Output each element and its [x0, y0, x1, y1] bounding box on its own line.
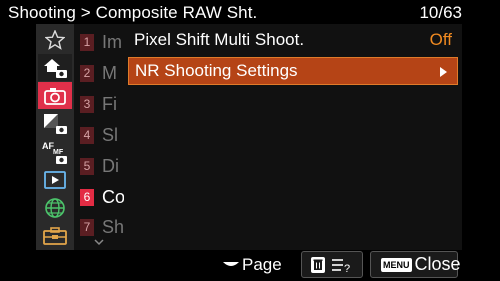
menu-item-label: NR Shooting Settings — [135, 61, 298, 80]
svg-text:?: ? — [344, 263, 350, 273]
network-globe-icon — [45, 197, 65, 218]
page-hint-label: Page — [242, 255, 282, 274]
subpage-item[interactable]: 1 Im — [80, 32, 122, 52]
subpage-item[interactable]: 2 M — [80, 63, 117, 83]
tab-focus[interactable]: AF MF — [38, 138, 72, 165]
subpage-item[interactable]: 4 Sl — [80, 125, 118, 145]
subpage-item[interactable]: 3 Fi — [80, 94, 117, 114]
page-hint: Page — [222, 255, 282, 275]
chevron-down-icon[interactable] — [94, 238, 104, 246]
tab-main[interactable] — [38, 54, 72, 81]
camera-icon — [44, 87, 66, 105]
tab-shooting[interactable] — [38, 82, 72, 109]
menu-item-nr-shooting[interactable]: NR Shooting Settings — [128, 57, 458, 85]
close-label: Close — [414, 254, 461, 274]
breadcrumb: Shooting > Composite RAW Sht. — [8, 3, 258, 22]
subpage-item-selected[interactable]: 6 Co — [80, 187, 124, 207]
chevron-right-icon — [440, 67, 447, 77]
trash-icon — [311, 256, 325, 273]
footer-bar: Page ? MENU Close — [0, 250, 500, 281]
home-camera-icon — [44, 58, 67, 78]
category-tabs: AF MF — [36, 24, 74, 250]
svg-text:MF: MF — [53, 149, 64, 156]
subpage-item[interactable]: 7 Sh — [80, 217, 124, 237]
menu-item-label: Pixel Shift Multi Shoot. — [134, 30, 305, 49]
subpage-list: 1 Im 2 M 3 Fi 4 Sl 5 Di 6 Co 7 Sh — [74, 24, 124, 250]
af-mf-icon: AF MF — [42, 141, 67, 164]
page-counter: 10/63 — [419, 3, 462, 22]
tab-exposure[interactable] — [38, 110, 72, 137]
help-guide-icon: ? — [332, 258, 350, 273]
star-icon — [45, 29, 65, 50]
control-dial-icon — [223, 262, 239, 266]
exposure-camera-icon — [44, 113, 67, 134]
tab-playback[interactable] — [38, 166, 72, 193]
toolbox-icon — [43, 226, 67, 245]
settings-panel: Pixel Shift Multi Shoot. Off NR Shooting… — [124, 24, 462, 250]
delete-help-button[interactable]: ? — [301, 251, 363, 278]
menu-key-badge: MENU — [381, 257, 412, 272]
tab-my-menu[interactable] — [38, 26, 72, 53]
menu-item-value: Off — [429, 30, 452, 49]
tab-setup[interactable] — [38, 222, 72, 249]
menu-item-pixel-shift[interactable]: Pixel Shift Multi Shoot. Off — [128, 26, 458, 54]
close-button[interactable]: MENU Close — [370, 251, 461, 278]
subpage-item[interactable]: 5 Di — [80, 156, 119, 176]
header-bar: Shooting > Composite RAW Sht. 10/63 — [0, 0, 500, 26]
tab-network[interactable] — [38, 194, 72, 221]
playback-icon — [44, 170, 66, 189]
